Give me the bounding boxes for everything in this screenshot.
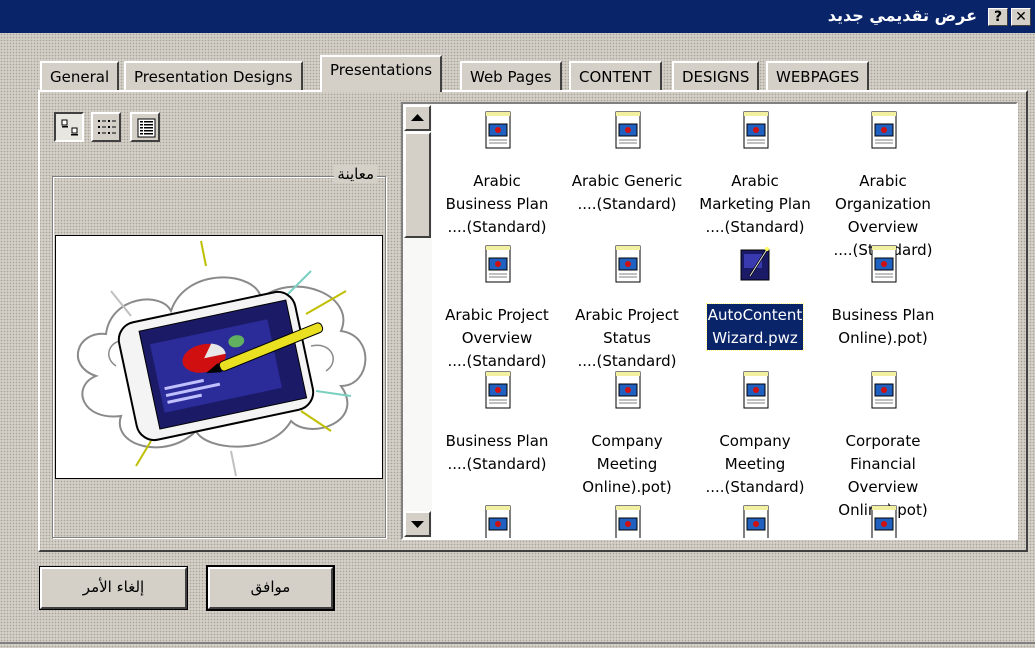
- file-label-line: Status: [603, 329, 651, 347]
- file-item[interactable]: [434, 504, 560, 538]
- file-label-line: Overview: [461, 329, 533, 347]
- file-label-line: Business Plan: [831, 306, 935, 324]
- close-button[interactable]: ✕: [1011, 8, 1031, 26]
- tab-general[interactable]: General: [40, 61, 120, 90]
- template-icon: [871, 371, 897, 409]
- file-item[interactable]: ArabicOrganizationOverview....(Standard): [820, 110, 946, 262]
- template-icon: [615, 245, 641, 283]
- file-label-line: Organization: [835, 195, 931, 213]
- scroll-down-button[interactable]: [404, 511, 431, 537]
- file-label-line: Arabic Project: [445, 306, 549, 324]
- file-list[interactable]: Arabic Business Plan ....(Standard) Arabic…: [401, 102, 1018, 540]
- list-icon: [98, 120, 116, 134]
- file-item[interactable]: Company Meeting Online).pot): [564, 370, 690, 499]
- tab-web-pages[interactable]: Web Pages: [460, 61, 562, 90]
- file-item[interactable]: [820, 504, 946, 538]
- file-item[interactable]: Business Plan Online).pot): [820, 244, 946, 350]
- file-label-line: ....(Standard): [705, 478, 805, 496]
- file-label-line: Business Plan: [445, 432, 549, 450]
- template-icon: [485, 245, 511, 283]
- vertical-scrollbar[interactable]: [403, 104, 432, 538]
- file-label-line: Corporate: [845, 432, 921, 450]
- file-item[interactable]: Business Plan ....(Standard): [434, 370, 560, 476]
- preview-label: معاينة: [334, 165, 377, 183]
- file-item[interactable]: Arabic Project Status ....(Standard): [564, 244, 690, 373]
- file-label-line: Arabic: [859, 172, 907, 190]
- tab-webpages[interactable]: WEBPAGES: [766, 61, 870, 90]
- window-title: عرض تقديمي جديد: [827, 6, 977, 25]
- file-label-line: Company: [591, 432, 663, 450]
- ok-button[interactable]: موافق: [208, 567, 333, 609]
- file-item[interactable]: Arabic Project Overview ....(Standard): [434, 244, 560, 373]
- file-label-line: Overview: [847, 478, 919, 496]
- arrow-up-icon: [411, 114, 424, 121]
- details-view-button[interactable]: [130, 112, 160, 142]
- title-bar: عرض تقديمي جديد ? ✕: [0, 0, 1035, 33]
- file-label-line: Online).pot): [838, 329, 928, 347]
- arrow-down-icon: [411, 521, 424, 528]
- list-view-button[interactable]: [91, 112, 121, 142]
- file-label-line: Meeting: [724, 455, 786, 473]
- file-items: Arabic Business Plan ....(Standard) Arabic…: [434, 104, 1016, 538]
- file-label-line: Arabic: [731, 172, 779, 190]
- file-label-line: Business Plan: [445, 195, 549, 213]
- tab-presentation-designs[interactable]: Presentation Designs: [124, 61, 303, 90]
- file-label-line: Online).pot): [582, 478, 672, 496]
- preview-image: [55, 235, 383, 479]
- wizard-icon: [740, 247, 770, 281]
- file-label-line: Arabic Generic: [571, 172, 683, 190]
- help-button[interactable]: ?: [988, 8, 1008, 26]
- tab-presentations[interactable]: Presentations: [320, 55, 443, 92]
- file-label-line: ....(Standard): [447, 218, 547, 236]
- file-item[interactable]: [564, 504, 690, 538]
- file-label-line: ....(Standard): [577, 352, 677, 370]
- file-item[interactable]: [692, 504, 818, 538]
- file-label-line: Wizard.pwz: [712, 329, 798, 347]
- tab-content[interactable]: CONTENT: [569, 61, 662, 90]
- preview-group: معاينة: [52, 165, 386, 538]
- template-icon: [615, 111, 641, 149]
- file-label-line: Marketing Plan: [699, 195, 811, 213]
- details-icon: [137, 118, 156, 138]
- file-label-line: Meeting: [596, 455, 658, 473]
- scroll-up-button[interactable]: [404, 105, 431, 131]
- file-label-line: ....(Standard): [705, 218, 805, 236]
- template-icon: [485, 371, 511, 409]
- file-label-line: AutoContent: [707, 306, 803, 324]
- large-icons-icon: [61, 119, 78, 136]
- file-label-line: ....(Standard): [447, 352, 547, 370]
- cancel-button[interactable]: إلغاء الأمر: [40, 567, 187, 609]
- template-icon: [743, 111, 769, 149]
- template-icon: [485, 505, 511, 538]
- template-icon: [871, 245, 897, 283]
- window-bottom-border: [0, 642, 1035, 644]
- template-icon: [871, 505, 897, 538]
- file-item-selected[interactable]: AutoContent Wizard.pwz: [692, 244, 818, 351]
- tab-designs[interactable]: DESIGNS: [672, 61, 760, 90]
- file-item[interactable]: Company Meeting ....(Standard): [692, 370, 818, 499]
- large-icons-view-button[interactable]: [54, 112, 84, 142]
- file-label-line: ....(Standard): [577, 195, 677, 213]
- file-label-line: Company: [719, 432, 791, 450]
- file-label-line: Arabic: [473, 172, 521, 190]
- template-icon: [871, 111, 897, 149]
- file-label-line: Financial: [850, 455, 916, 473]
- template-icon: [743, 505, 769, 538]
- file-label-line: Arabic Project: [575, 306, 679, 324]
- file-item[interactable]: CorporateFinancialOverviewOnline).pot): [820, 370, 946, 522]
- template-icon: [615, 371, 641, 409]
- template-icon: [615, 505, 641, 538]
- file-label-line: ....(Standard): [447, 455, 547, 473]
- file-item[interactable]: Arabic Business Plan ....(Standard): [434, 110, 560, 239]
- template-icon: [743, 371, 769, 409]
- file-item[interactable]: Arabic Generic ....(Standard): [564, 110, 690, 216]
- file-label-line: Overview: [847, 218, 919, 236]
- template-icon: [485, 111, 511, 149]
- file-item[interactable]: Arabic Marketing Plan ....(Standard): [692, 110, 818, 239]
- scroll-thumb[interactable]: [404, 132, 431, 238]
